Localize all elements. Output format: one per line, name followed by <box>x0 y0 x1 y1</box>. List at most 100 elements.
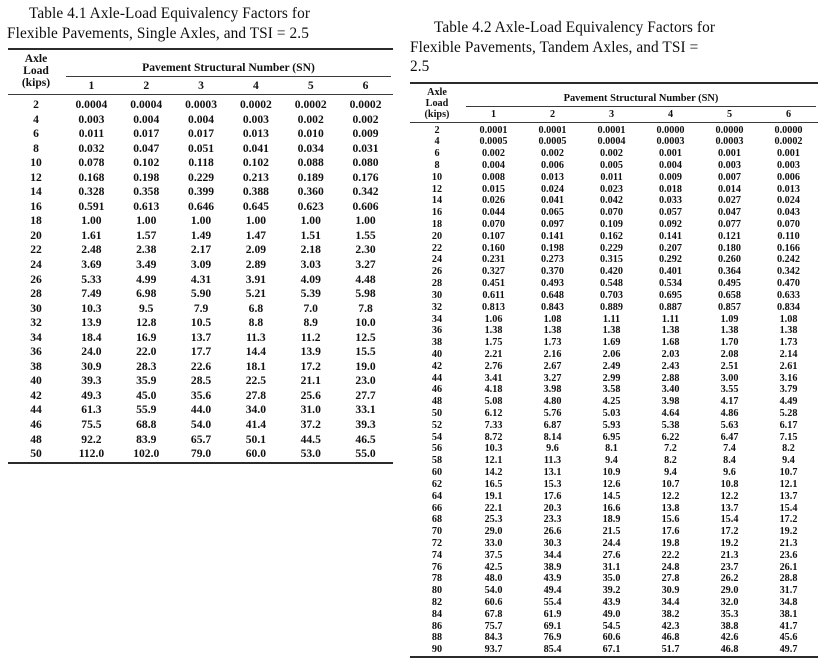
table-row: 20 1.61 1.57 1.49 1.47 1.51 1.55 <box>8 229 393 244</box>
cell-sn-5: 32.0 <box>720 597 739 608</box>
cell-axle-load: 80 <box>431 585 443 597</box>
cell-axle-load: 84 <box>431 608 443 620</box>
cell-sn-5: 4.86 <box>720 408 739 419</box>
cell-sn-2: 76.9 <box>543 632 562 644</box>
cell-sn-6: 1.08 <box>779 313 798 325</box>
cell-sn-1: 0.107 <box>482 230 505 242</box>
cell-sn-1: 8.72 <box>484 431 503 443</box>
cell-axle-load: 10 <box>431 171 443 183</box>
cell-axle-load: 20 <box>30 228 42 242</box>
table-row: 24 0.231 0.273 0.315 0.292 0.260 0.242 <box>410 254 818 266</box>
cell-sn-2: 16.9 <box>136 330 157 344</box>
cell-axle-load: 18 <box>30 214 42 228</box>
cell-sn-1: 0.0005 <box>479 136 508 148</box>
cell-sn-3: 12.6 <box>602 478 621 490</box>
cell-sn-3: 0.0001 <box>597 124 626 136</box>
cell-sn-6: 0.0002 <box>349 98 382 111</box>
cell-axle-load: 76 <box>431 561 443 573</box>
cell-sn-5: 0.121 <box>718 230 741 242</box>
cell-sn-3: 0.017 <box>188 127 215 141</box>
table-row: 4 0.0005 0.0005 0.0004 0.0003 0.0003 0.0002 <box>410 136 818 148</box>
cell-sn-6: 1.73 <box>779 337 798 349</box>
cell-axle-load: 38 <box>431 337 443 349</box>
table-4-2-span-header-group: Pavement Structural Number (SN) 1 2 3 4 … <box>464 84 818 122</box>
cell-sn-1: 0.328 <box>78 185 105 199</box>
cell-sn-1: 49.3 <box>81 388 102 402</box>
table-row: 48 5.08 4.80 4.25 3.98 4.17 4.49 <box>410 396 818 408</box>
cell-sn-2: 0.024 <box>541 183 564 195</box>
cell-sn-5: 13.9 <box>300 345 321 359</box>
cell-sn-6: 0.003 <box>777 159 800 171</box>
cell-sn-3: 54.5 <box>602 620 621 632</box>
cell-sn-4: 0.018 <box>659 183 682 195</box>
cell-sn-5: 0.0003 <box>715 136 744 148</box>
cell-sn-2: 17.6 <box>543 490 562 502</box>
cell-axle-load: 36 <box>30 345 42 359</box>
cell-sn-6: 0.0002 <box>774 136 803 148</box>
cell-sn-1: 1.06 <box>484 313 503 325</box>
cell-axle-load: 70 <box>431 526 443 538</box>
cell-sn-6: 10.0 <box>355 316 376 330</box>
table-4-1-title-line-1: Table 4.1 Axle-Load Equivalency Factors … <box>29 5 311 22</box>
cell-sn-2: 0.273 <box>541 254 564 266</box>
cell-sn-3: 5.03 <box>602 408 621 419</box>
cell-axle-load: 82 <box>431 597 443 608</box>
cell-sn-5: 3.55 <box>720 384 739 396</box>
table-row: 56 10.3 9.6 8.1 7.2 7.4 8.2 <box>410 443 818 455</box>
cell-sn-6: 21.3 <box>779 537 798 549</box>
cell-sn-6: 2.61 <box>779 360 798 372</box>
cell-sn-1: 67.8 <box>484 608 503 620</box>
cell-sn-4: 10.7 <box>661 478 680 490</box>
cell-sn-1: 14.2 <box>484 467 503 479</box>
table-row: 12 0.168 0.198 0.229 0.213 0.189 0.176 <box>8 171 393 186</box>
table-row: 16 0.044 0.065 0.070 0.057 0.047 0.043 <box>410 207 818 219</box>
cell-sn-2: 55.9 <box>136 403 157 417</box>
cell-sn-2: 6.87 <box>543 419 562 431</box>
cell-sn-2: 28.3 <box>136 359 157 373</box>
cell-sn-1: 0.078 <box>78 156 105 170</box>
cell-sn-3: 0.889 <box>600 301 623 313</box>
cell-sn-3: 16.6 <box>602 502 621 514</box>
cell-sn-1: 1.38 <box>484 325 503 337</box>
cell-axle-load: 2 <box>33 98 39 111</box>
cell-sn-2: 0.0004 <box>130 98 163 111</box>
cell-sn-4: 0.0003 <box>656 136 685 148</box>
cell-sn-6: 38.1 <box>779 608 798 620</box>
table-row: 54 8.72 8.14 6.95 6.22 6.47 7.15 <box>410 432 818 444</box>
cell-sn-3: 4.25 <box>602 396 621 408</box>
cell-axle-load: 68 <box>431 514 443 526</box>
cell-sn-6: 4.48 <box>355 272 376 286</box>
cell-sn-6: 23.6 <box>779 549 798 561</box>
cell-sn-6: 5.28 <box>779 408 798 419</box>
table-row: 78 48.0 43.9 35.0 27.8 26.2 28.8 <box>410 573 818 585</box>
cell-sn-6: 4.49 <box>779 396 798 408</box>
table-row: 58 12.1 11.3 9.4 8.2 8.4 9.4 <box>410 455 818 467</box>
cell-sn-4: 34.0 <box>245 403 267 417</box>
cell-sn-3: 1.49 <box>190 228 212 242</box>
cell-sn-2: 0.843 <box>541 301 564 313</box>
cell-axle-load: 24 <box>30 258 42 272</box>
cell-sn-1: 37.5 <box>484 549 503 561</box>
table-row: 14 0.328 0.358 0.399 0.388 0.360 0.342 <box>8 185 393 200</box>
cell-sn-4: 0.0002 <box>239 98 272 111</box>
column-header-sn-6: 6 <box>362 79 369 92</box>
cell-sn-6: 19.2 <box>779 526 798 538</box>
table-4-1-block: Table 4.1 Axle-Load Equivalency Factors … <box>7 4 393 464</box>
cell-sn-4: 1.47 <box>245 228 267 242</box>
cell-sn-1: 1.75 <box>484 337 503 349</box>
column-header-sn-3: 3 <box>198 79 204 92</box>
cell-sn-4: 11.3 <box>246 330 266 344</box>
cell-axle-load: 38 <box>30 359 42 373</box>
cell-axle-load: 4 <box>434 136 440 148</box>
cell-sn-4: 42.3 <box>661 620 680 632</box>
cell-axle-load: 64 <box>431 490 443 502</box>
cell-sn-2: 3.98 <box>543 384 562 396</box>
cell-sn-3: 2.06 <box>602 348 621 360</box>
cell-sn-5: 1.51 <box>300 228 321 242</box>
cell-sn-3: 3.09 <box>190 258 212 272</box>
cell-sn-6: 7.8 <box>358 301 373 315</box>
cell-sn-5: 21.3 <box>720 549 739 561</box>
cell-sn-4: 1.11 <box>661 313 680 325</box>
cell-sn-5: 25.6 <box>300 388 321 402</box>
cell-sn-3: 0.0003 <box>185 98 218 111</box>
